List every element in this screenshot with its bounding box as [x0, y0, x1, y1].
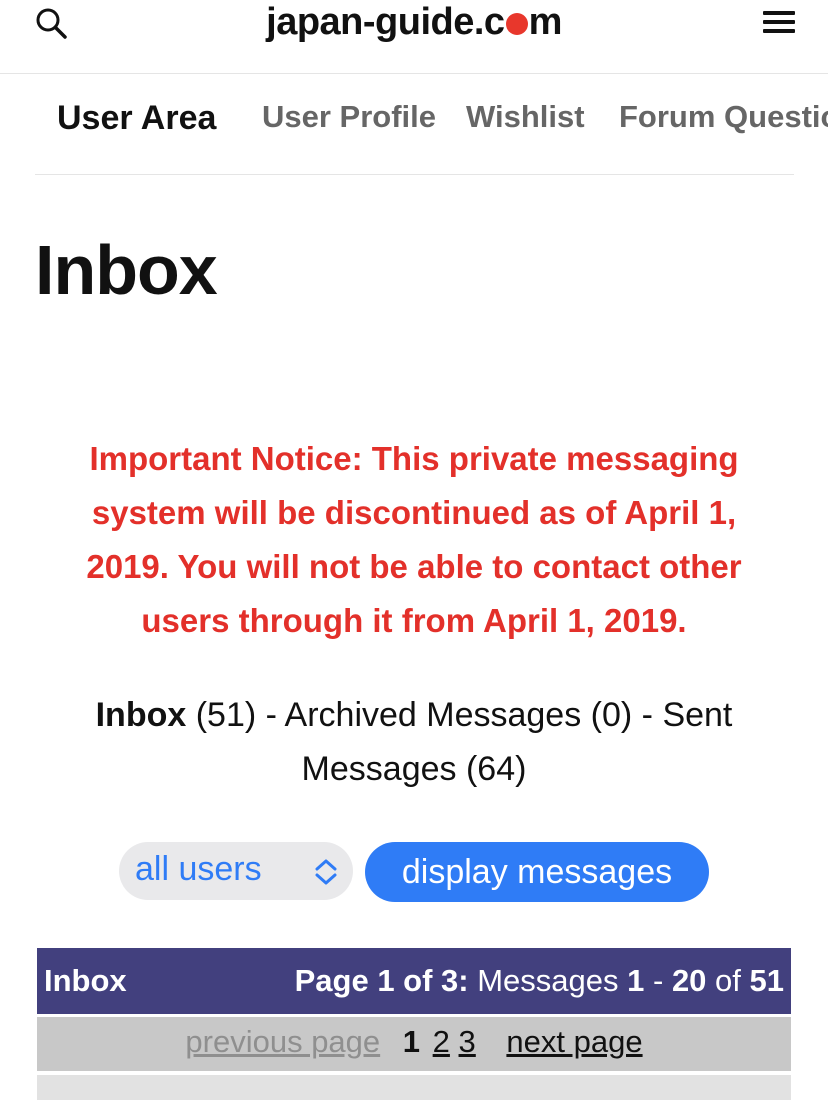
range-start: 1	[627, 963, 645, 998]
folder-sent-count: (64)	[456, 750, 527, 788]
tab-user-profile[interactable]: User Profile	[262, 99, 436, 135]
important-notice: Important Notice: This private messaging…	[86, 440, 742, 639]
message-folders: Inbox (51) - Archived Messages (0) - Sen…	[60, 688, 768, 796]
user-filter-select[interactable]: all users	[119, 842, 353, 900]
page-title: Inbox	[35, 231, 218, 309]
pagination: previous page 1 2 3 next page	[37, 1017, 791, 1071]
range-sep: -	[644, 963, 672, 998]
page-indicator: Page 1 of 3:	[294, 963, 469, 998]
tab-user-area[interactable]: User Area	[57, 99, 216, 138]
tabs-divider-end	[794, 174, 828, 176]
messages-word: Messages	[468, 963, 628, 998]
page-link-2[interactable]: 2	[433, 1024, 450, 1059]
site-header: japan-guide.c m	[0, 0, 828, 74]
folder-inbox-label: Inbox	[95, 696, 187, 734]
display-messages-button[interactable]: display messages	[365, 842, 709, 902]
total-count: 51	[749, 963, 784, 998]
page-link-3[interactable]: 3	[459, 1024, 476, 1059]
range-end: 20	[671, 963, 707, 998]
logo-text-start: japan-guide.c	[266, 1, 505, 43]
previous-page-link: previous page	[185, 1024, 381, 1059]
site-logo[interactable]: japan-guide.c m	[0, 0, 828, 44]
table-header-title: Inbox	[44, 963, 127, 998]
select-chevrons-icon	[315, 859, 337, 885]
tab-wishlist[interactable]: Wishlist	[466, 99, 585, 135]
current-page: 1	[402, 1024, 421, 1059]
inbox-table-header: Inbox Page 1 of 3: Messages 1 - 20 of 51	[37, 948, 791, 1014]
logo-text-end: m	[528, 1, 563, 43]
user-filter-value: all users	[135, 850, 262, 888]
next-page-link[interactable]: next page	[506, 1024, 642, 1059]
folder-inbox-count: (51) -	[186, 696, 285, 734]
hamburger-menu-icon[interactable]	[763, 11, 795, 35]
tab-forum-questions[interactable]: Forum Questions	[619, 99, 828, 135]
user-area-tabs: User Area User Profile Wishlist Forum Qu…	[35, 75, 828, 175]
logo-dot-icon	[505, 13, 528, 35]
table-row[interactable]	[37, 1075, 791, 1100]
table-header-range: Page 1 of 3: Messages 1 - 20 of 51	[295, 963, 784, 999]
folder-archived-count: (0) -	[581, 696, 663, 734]
of-word: of	[706, 963, 750, 998]
folder-archived-link[interactable]: Archived Messages	[285, 696, 582, 734]
